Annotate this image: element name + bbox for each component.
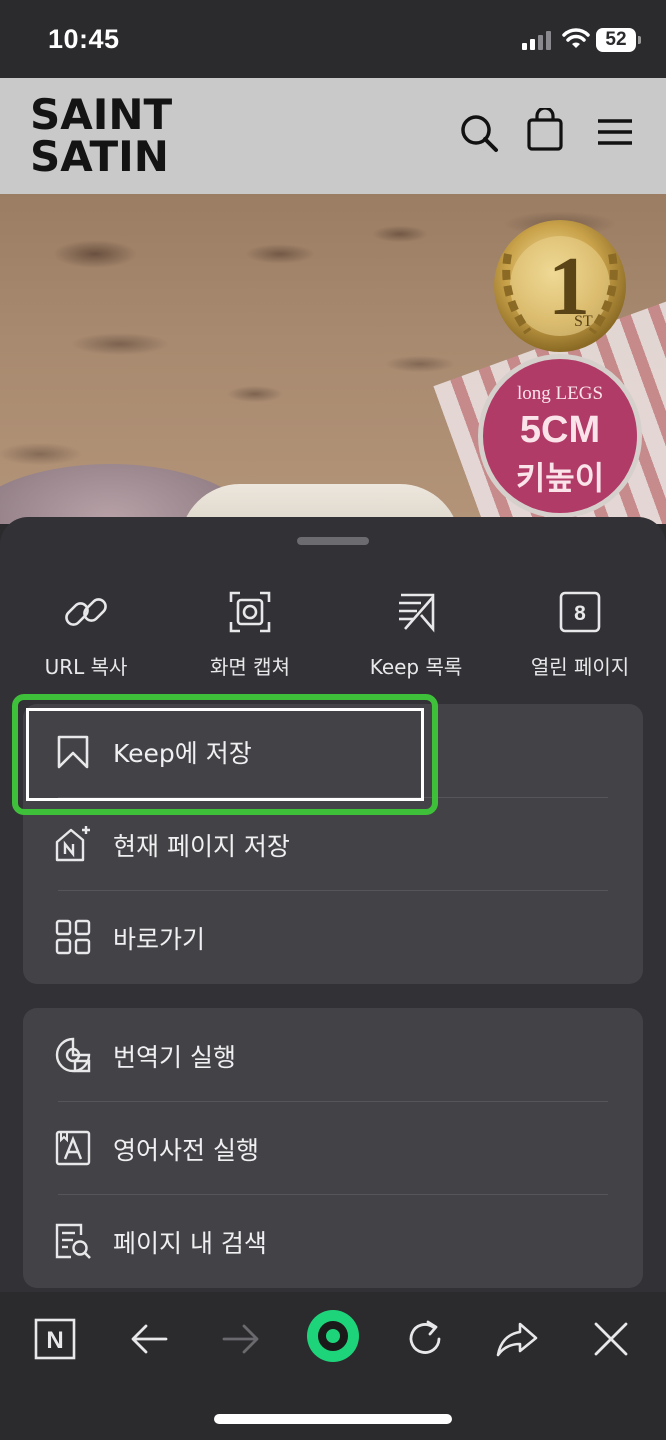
url-copy-button[interactable]: URL 복사 <box>3 587 169 680</box>
link-icon <box>65 598 107 626</box>
green-dot-icon[interactable] <box>303 1306 363 1366</box>
back-arrow-icon[interactable] <box>124 1314 174 1364</box>
open-pages-label: 열린 페이지 <box>530 655 630 679</box>
signal-icon <box>522 31 551 50</box>
hero-banner[interactable]: 1 ST long LEGS 5CM 키높이 <box>0 194 666 524</box>
logo-line-2: SATIN <box>30 132 169 181</box>
screen-capture-button[interactable]: 화면 캡쳐 <box>167 587 333 680</box>
reload-icon[interactable] <box>400 1314 450 1364</box>
find-in-page-icon <box>55 1223 91 1259</box>
close-icon[interactable] <box>586 1314 636 1364</box>
save-page-icon <box>55 826 90 862</box>
translator-icon <box>55 1037 91 1073</box>
translator-label: 번역기 실행 <box>113 1043 236 1072</box>
battery-level: 52 <box>605 29 627 50</box>
browser-toolbar: N <box>0 1292 666 1440</box>
shortcuts-item[interactable]: 바로가기 <box>23 890 643 983</box>
shopping-bag-icon[interactable] <box>526 108 566 152</box>
badge-top-text: long LEGS <box>516 383 604 404</box>
wifi-icon <box>562 28 590 48</box>
dictionary-icon <box>55 1130 91 1166</box>
logo-line-1: SAINT <box>30 90 173 139</box>
menu-icon[interactable] <box>596 118 636 148</box>
battery-indicator: 52 <box>596 28 642 54</box>
open-pages-count: 8 <box>574 602 586 625</box>
gold-laurel-badge-icon: 1 ST <box>494 220 626 352</box>
action-sheet: URL 복사 화면 캡쳐 Keep 목록 8 열린 페이지 Keep에 저장 현… <box>0 517 666 1292</box>
url-copy-label: URL 복사 <box>44 655 128 679</box>
english-dictionary-item[interactable]: 영어사전 실행 <box>23 1101 643 1194</box>
forward-arrow-icon[interactable] <box>216 1314 266 1364</box>
highlight-box <box>12 694 438 815</box>
home-indicator[interactable] <box>214 1414 452 1424</box>
open-pages-button[interactable]: 8 열린 페이지 <box>497 587 663 680</box>
find-in-page-item[interactable]: 페이지 내 검색 <box>23 1194 643 1287</box>
badge-rank-suffix: ST <box>574 313 593 330</box>
search-icon[interactable] <box>458 112 500 154</box>
site-header: SAINT SATIN <box>0 78 666 194</box>
open-pages-icon: 8 <box>559 591 601 633</box>
menu-card-tools: 번역기 실행 영어사전 실행 페이지 내 검색 <box>23 1008 643 1288</box>
naver-home-icon[interactable]: N <box>30 1314 80 1364</box>
badge-main-text: 5CM <box>519 409 601 451</box>
keep-list-label: Keep 목록 <box>369 655 463 679</box>
screen-capture-icon <box>229 591 271 633</box>
find-in-page-label: 페이지 내 검색 <box>113 1229 267 1258</box>
translator-item[interactable]: 번역기 실행 <box>23 1008 643 1101</box>
naver-letter: N <box>46 1327 63 1354</box>
keep-list-icon <box>399 593 435 633</box>
save-current-page-label: 현재 페이지 저장 <box>113 832 290 861</box>
site-logo[interactable]: SAINT SATIN <box>30 94 190 178</box>
shortcuts-label: 바로가기 <box>113 925 206 954</box>
status-time: 10:45 <box>48 24 120 54</box>
sheet-grabber[interactable] <box>297 537 369 545</box>
share-icon[interactable] <box>492 1314 542 1364</box>
badge-sub-text: 키높이 <box>515 459 605 497</box>
english-dictionary-label: 영어사전 실행 <box>113 1136 259 1165</box>
keep-list-button[interactable]: Keep 목록 <box>333 587 499 680</box>
shortcut-grid-icon <box>55 919 91 955</box>
status-bar: 10:45 52 <box>0 0 666 78</box>
height-badge: long LEGS 5CM 키높이 <box>478 354 642 518</box>
screen-capture-label: 화면 캡쳐 <box>210 655 290 679</box>
